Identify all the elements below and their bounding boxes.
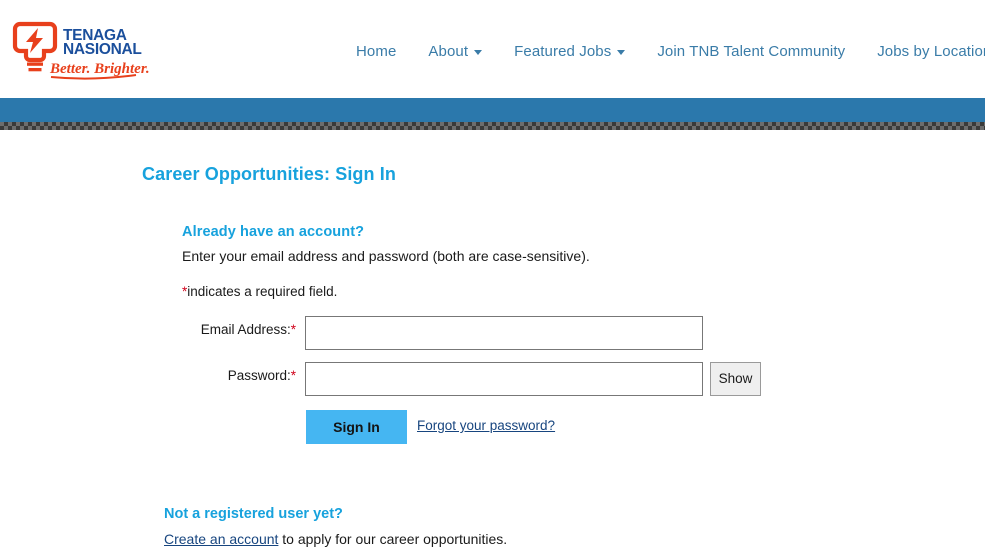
password-label: Password:* [228, 368, 296, 383]
signin-heading: Already have an account? [182, 224, 365, 240]
main-content: Career Opportunities: Sign In Already ha… [0, 130, 985, 547]
signin-subtext: Enter your email address and password (b… [182, 248, 590, 264]
show-password-button[interactable]: Show [710, 362, 761, 396]
nav-item-label: Join TNB Talent Community [657, 43, 846, 60]
signin-actions: Sign In Forgot your password? [0, 410, 985, 444]
register-rest-text: to apply for our career opportunities. [278, 531, 508, 547]
required-asterisk: * [290, 368, 296, 383]
chevron-down-icon [617, 49, 626, 55]
email-input[interactable] [305, 316, 703, 350]
email-label-text: Email Address: [200, 322, 291, 337]
sign-in-button[interactable]: Sign In [306, 410, 407, 444]
site-header: TENAGA NASIONAL Better. Brighter. Home A… [0, 0, 985, 98]
required-asterisk: * [290, 322, 296, 337]
nav-item-label: Featured Jobs [514, 43, 612, 60]
nav-item-label: About [428, 43, 469, 60]
checkered-divider [0, 122, 985, 130]
password-input[interactable] [305, 362, 703, 396]
nav-item-join-talent-community[interactable]: Join TNB Talent Community [641, 42, 861, 62]
nav-item-label: Home [356, 43, 397, 60]
nav-item-label: Jobs by Location [877, 43, 985, 60]
nav-item-home[interactable]: Home [340, 42, 412, 62]
nav-item-featured-jobs[interactable]: Featured Jobs [498, 42, 641, 62]
page-title: Career Opportunities: Sign In [142, 164, 396, 184]
password-field-row: Password:* Show [0, 362, 985, 396]
required-field-note: *indicates a required field. [182, 284, 337, 299]
create-account-link[interactable]: Create an account [164, 531, 278, 547]
forgot-password-link[interactable]: Forgot your password? [417, 418, 555, 433]
register-heading: Not a registered user yet? [164, 506, 343, 522]
nav-item-about[interactable]: About [412, 42, 498, 62]
svg-text:NASIONAL: NASIONAL [63, 41, 142, 58]
nav-item-jobs-by-location[interactable]: Jobs by Location [861, 42, 985, 62]
header-accent-band [0, 98, 985, 122]
main-navigation: Home About Featured Jobs Join TNB Talent… [340, 42, 985, 62]
required-note-text: indicates a required field. [187, 284, 338, 299]
register-line: Create an account to apply for our caree… [164, 531, 507, 547]
tnb-logo-icon: TENAGA NASIONAL Better. Brighter. [12, 21, 150, 80]
tenaga-nasional-logo[interactable]: TENAGA NASIONAL Better. Brighter. [8, 18, 158, 86]
email-field-row: Email Address:* [0, 316, 985, 350]
email-label: Email Address:* [201, 322, 296, 337]
password-label-text: Password: [227, 368, 291, 383]
chevron-down-icon [474, 49, 483, 55]
